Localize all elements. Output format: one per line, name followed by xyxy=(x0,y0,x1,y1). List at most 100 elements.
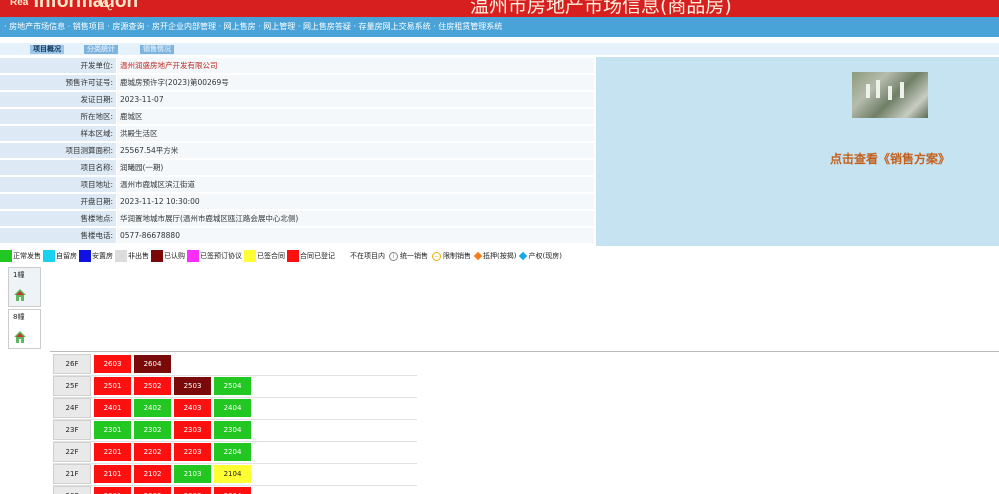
nav-item-sales-projects[interactable]: 销售项目 xyxy=(73,22,105,31)
minus-circle-icon: − xyxy=(432,251,441,261)
project-photo[interactable] xyxy=(852,72,928,118)
sales-plan-link[interactable]: 点击查看《销售方案》 xyxy=(830,150,950,167)
legend-item: 正常发售 xyxy=(0,249,43,263)
info-row-open-date: 开盘日期: 2023-11-12 10:30:00 xyxy=(0,194,594,209)
legend-swatch xyxy=(79,250,91,262)
legend-label: 自留房 xyxy=(56,252,77,260)
tab-statistics[interactable]: 分类统计 xyxy=(84,45,118,54)
building-tab-8[interactable]: 8幢 xyxy=(8,309,41,349)
info-label: 样本区域: xyxy=(0,126,116,141)
project-info-table: 开发单位: 温州润盛房地产开发有限公司 预售许可证号: 鹿城房预许字(2023)… xyxy=(0,58,594,246)
legend-swatch xyxy=(43,250,55,262)
unit-cell[interactable]: 2302 xyxy=(134,421,171,439)
nav-item-house-search[interactable]: 房源查询 xyxy=(112,22,144,31)
legend-label: 不在项目内 xyxy=(350,252,385,260)
unit-cell[interactable]: 2503 xyxy=(174,377,211,395)
legend-item: 合同已登记 xyxy=(287,249,337,263)
info-row-issue-date: 发证日期: 2023-11-07 xyxy=(0,92,594,107)
unit-cell[interactable]: 2204 xyxy=(214,443,251,461)
nav-separator: · xyxy=(295,22,303,31)
unit-cell[interactable]: 2203 xyxy=(174,443,211,461)
unit-cell[interactable]: 2101 xyxy=(94,465,131,483)
site-logo[interactable]: Rea Information xyxy=(10,0,138,13)
nav-item-online-management[interactable]: 网上管理 xyxy=(263,22,295,31)
sales-office-value: 华润置地城市展厅(温州市鹿城区瓯江路会展中心北侧) xyxy=(117,211,594,226)
unit-cell[interactable]: 2301 xyxy=(94,421,131,439)
unit-cell[interactable]: 2404 xyxy=(214,399,251,417)
tab-project-overview[interactable]: 项目概况 xyxy=(30,45,64,54)
info-label: 预售许可证号: xyxy=(0,75,116,90)
legend-label: 安置房 xyxy=(92,252,113,260)
photo-building-shape xyxy=(900,82,904,98)
nav-item-existing-housing[interactable]: 存量房网上交易系统 xyxy=(359,22,431,31)
diamond-icon xyxy=(473,251,483,261)
unit-cell[interactable]: 2401 xyxy=(94,399,131,417)
nav-item-developer-admin[interactable]: 房开企业内部管理 xyxy=(152,22,216,31)
floor-row: 24F 2401 2402 2403 2404 xyxy=(53,398,417,419)
floor-label: 25F xyxy=(53,376,91,396)
info-row-permit: 预售许可证号: 鹿城房预许字(2023)第00269号 xyxy=(0,75,594,90)
legend-label: 已认购 xyxy=(164,252,185,260)
floor-row: 22F 2201 2202 2203 2204 xyxy=(53,442,417,463)
info-row-area: 项目测算面积: 25567.54平方米 xyxy=(0,143,594,158)
legend-swatch xyxy=(187,250,199,262)
unit-cell[interactable]: 2403 xyxy=(174,399,211,417)
unit-cell[interactable]: 2103 xyxy=(174,465,211,483)
unit-cell[interactable]: 2501 xyxy=(94,377,131,395)
nav-item-rental-system[interactable]: 住房租赁管理系统 xyxy=(438,22,502,31)
info-label: 售楼电话: xyxy=(0,228,116,243)
site-title: 温州市房地产市场信息(商品房) xyxy=(470,0,732,17)
house-icon xyxy=(14,331,26,343)
legend-swatch xyxy=(244,250,256,262)
legend-swatch xyxy=(287,250,299,262)
floor-row: 26F 2603 2604 xyxy=(53,354,417,375)
logo-top-text: Rea xyxy=(10,0,29,8)
area-value: 25567.54平方米 xyxy=(117,143,594,158)
floor-grid-divider xyxy=(50,351,999,352)
sample-area-value: 洪殿生活区 xyxy=(117,126,594,141)
unit-cell[interactable]: 2202 xyxy=(134,443,171,461)
info-label: 所在地区: xyxy=(0,109,116,124)
legend-swatch xyxy=(337,250,349,262)
info-label: 开盘日期: xyxy=(0,194,116,209)
unit-cell[interactable]: 2502 xyxy=(134,377,171,395)
nav-item-market-info[interactable]: 房地产市场信息 xyxy=(9,22,65,31)
nav-separator: · xyxy=(144,22,153,31)
unit-cell[interactable]: 2304 xyxy=(214,421,251,439)
nav-separator: · xyxy=(350,22,359,31)
unit-cell[interactable]: 2104 xyxy=(214,465,251,483)
developer-value: 温州润盛房地产开发有限公司 xyxy=(117,58,594,73)
unit-cell[interactable]: 2102 xyxy=(134,465,171,483)
legend-label: 已签合同 xyxy=(257,252,285,260)
unit-cell[interactable]: 2003 xyxy=(174,487,211,494)
unit-cell[interactable]: 2004 xyxy=(214,487,251,494)
unit-cell[interactable]: 2303 xyxy=(174,421,211,439)
unit-cell[interactable]: 2504 xyxy=(214,377,251,395)
unit-cell[interactable]: 2604 xyxy=(134,355,171,373)
open-date-value: 2023-11-12 10:30:00 xyxy=(117,194,594,209)
permit-value: 鹿城房预许字(2023)第00269号 xyxy=(117,75,594,90)
unit-cell[interactable]: 2201 xyxy=(94,443,131,461)
nav-item-online-sales[interactable]: 网上售房 xyxy=(224,22,256,31)
floor-row: 23F 2301 2302 2303 2304 xyxy=(53,420,417,441)
legend-item: 自留房 xyxy=(43,249,79,263)
info-circle-icon: i xyxy=(389,251,398,261)
legend-item: − 限制销售 xyxy=(430,249,473,263)
nav-separator: · xyxy=(216,22,224,31)
district-value: 鹿城区 xyxy=(117,109,594,124)
legend-item: 已认购 xyxy=(151,249,187,263)
building-tab-1[interactable]: 1幢 xyxy=(8,267,41,307)
diamond-icon xyxy=(519,251,528,261)
nav-item-online-faq[interactable]: 网上售房答疑 xyxy=(303,22,351,31)
legend-label: 统一销售 xyxy=(400,252,428,260)
phone-value: 0577-86678880 xyxy=(117,228,594,243)
info-label: 项目名称: xyxy=(0,160,116,175)
project-name-value: 润曦园(一期) xyxy=(117,160,594,175)
unit-cell[interactable]: 2603 xyxy=(94,355,131,373)
unit-cell[interactable]: 2002 xyxy=(134,487,171,494)
tab-sales-status[interactable]: 销售情况 xyxy=(140,45,174,54)
unit-cell[interactable]: 2402 xyxy=(134,399,171,417)
photo-building-shape xyxy=(866,84,870,98)
info-row-developer: 开发单位: 温州润盛房地产开发有限公司 xyxy=(0,58,594,73)
unit-cell[interactable]: 2001 xyxy=(94,487,131,494)
